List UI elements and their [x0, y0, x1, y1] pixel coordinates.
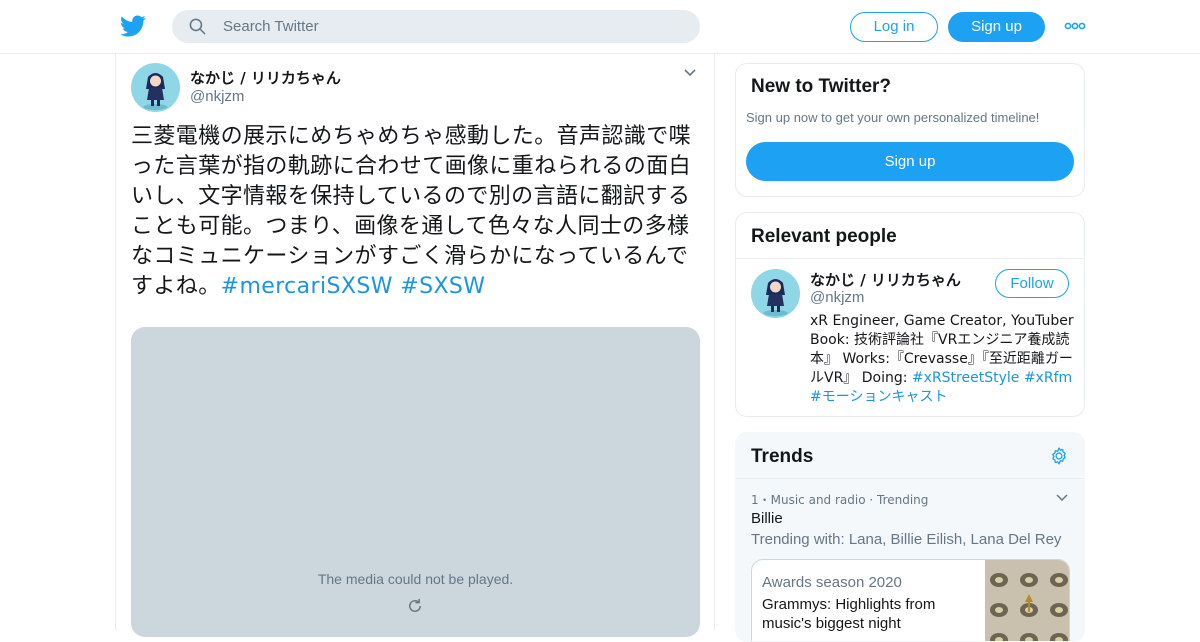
- follow-button[interactable]: Follow: [995, 269, 1069, 298]
- card-title: Trends: [751, 446, 814, 467]
- more-dots-icon[interactable]: [1064, 18, 1086, 34]
- hashtag-link[interactable]: #xRStreetStyle: [912, 370, 1019, 386]
- trend-meta: 1・Music and radio · Trending: [751, 493, 929, 507]
- login-button[interactable]: Log in: [850, 12, 938, 42]
- signup-button[interactable]: Sign up: [746, 142, 1074, 181]
- display-name[interactable]: なかじ / リリカちゃん: [810, 269, 961, 290]
- gear-icon[interactable]: [1049, 446, 1069, 466]
- display-name[interactable]: なかじ / リリカちゃん: [190, 67, 341, 88]
- media-player[interactable]: The media could not be played.: [131, 327, 700, 637]
- chevron-down-icon[interactable]: [1056, 494, 1068, 502]
- event-title: Grammys: Highlights from music's biggest…: [762, 596, 936, 632]
- trend-related: Trending with: Lana, Billie Eilish, Lana…: [751, 531, 1062, 548]
- avatar[interactable]: [751, 269, 800, 318]
- tweet-body: 三菱電機の展示にめちゃめちゃ感動した。音声認識で喋った言葉が指の軌跡に合わせて画…: [131, 124, 692, 299]
- media-error-text: The media could not be played.: [317, 571, 514, 587]
- reload-icon[interactable]: [406, 597, 424, 615]
- avatar[interactable]: [131, 63, 180, 112]
- twitter-bird-icon[interactable]: [120, 13, 146, 39]
- hashtag-link[interactable]: #mercariSXSW: [221, 274, 393, 299]
- new-to-twitter-card: New to Twitter? Sign up now to get your …: [735, 63, 1085, 197]
- card-title: New to Twitter?: [751, 76, 892, 97]
- relevant-people-card: Relevant people なかじ / リリカちゃん @nkjzm Foll…: [735, 212, 1085, 417]
- top-bar: Search Twitter Log in Sign up: [0, 0, 1200, 54]
- card-subtitle: Sign up now to get your own personalized…: [746, 110, 1040, 125]
- card-title: Relevant people: [751, 226, 897, 247]
- event-category: Awards season 2020: [762, 574, 902, 591]
- divider: [736, 478, 1084, 479]
- tweet-card: なかじ / リリカちゃん @nkjzm 三菱電機の展示にめちゃめちゃ感動した。音…: [115, 54, 715, 637]
- hashtag-link[interactable]: #モーションキャスト: [810, 389, 947, 405]
- search-input[interactable]: Search Twitter: [223, 10, 319, 43]
- search-icon: [189, 18, 206, 35]
- user-handle[interactable]: @nkjzm: [810, 289, 864, 306]
- trends-card: Trends 1・Music and radio · Trending Bill…: [735, 432, 1085, 642]
- hashtag-link[interactable]: #SXSW: [400, 274, 485, 299]
- hashtag-link[interactable]: #xRfm: [1024, 370, 1072, 386]
- search-box[interactable]: Search Twitter: [172, 10, 700, 43]
- divider: [736, 258, 1084, 259]
- chevron-down-icon[interactable]: [683, 68, 697, 78]
- user-bio: xR Engineer, Game Creator, YouTuber Book…: [810, 312, 1076, 407]
- signup-button[interactable]: Sign up: [948, 12, 1045, 42]
- user-handle[interactable]: @nkjzm: [190, 88, 244, 105]
- trend-name[interactable]: Billie: [751, 510, 783, 527]
- tweet-text: 三菱電機の展示にめちゃめちゃ感動した。音声認識で喋った言葉が指の軌跡に合わせて画…: [131, 122, 706, 302]
